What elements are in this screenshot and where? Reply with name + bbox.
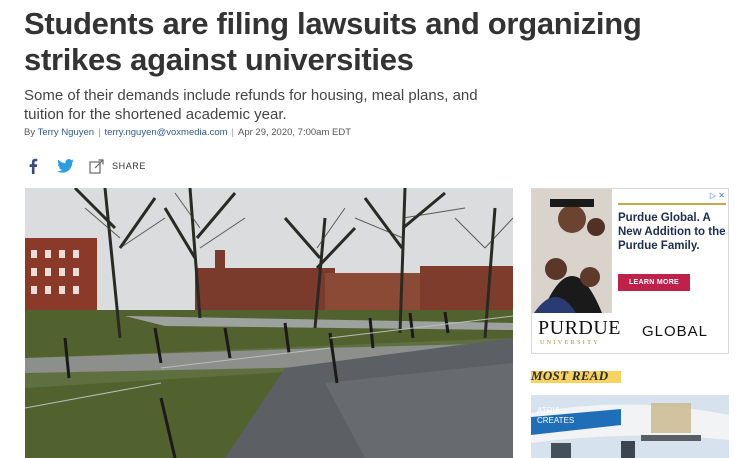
plane-livery-text-2: CREATES [537,416,574,425]
hero-image [25,188,513,458]
most-read-heading: MOST READ [531,368,609,383]
ad-logo-purdue: PURDUE [538,317,622,339]
publish-date: Apr 29, 2020, 7:00am EDT [238,127,352,138]
byline-divider: | [98,127,101,138]
campus-yard-photo [25,188,513,458]
share-bar: SHARE [24,156,146,176]
byline: By Terry Nguyen | terry.nguyen@voxmedia.co… [24,127,351,138]
most-read-thumbnail[interactable]: ATRIA CREATES [531,395,729,458]
ad-accent-rule [618,203,726,205]
advertisement[interactable]: ▷ ✕ Purdue Global. A New Addition to the… [531,188,729,354]
learn-more-button[interactable]: LEARN MORE [618,274,690,291]
article-dek: Some of their demands include refunds fo… [24,87,478,123]
ad-logo-global: GLOBAL [642,323,709,340]
author-email-link[interactable]: terry.nguyen@voxmedia.com [105,127,228,138]
ad-logo-subtitle: UNIVERSITY [540,340,600,346]
facebook-icon[interactable] [24,157,42,175]
ad-family-photo [532,189,612,313]
byline-prefix: By [24,127,38,138]
share-label[interactable]: SHARE [112,161,146,171]
plane-livery-text-1: ATRIA [537,406,561,415]
twitter-icon[interactable] [56,157,74,175]
share-icon[interactable] [88,157,106,175]
airplane-photo: ATRIA CREATES [531,395,729,458]
byline-divider: | [231,127,234,138]
article-headline: Students are filing lawsuits and organiz… [24,6,642,77]
ad-close-icon[interactable]: ▷ ✕ [710,191,725,200]
ad-headline: Purdue Global. A New Addition to the Pur… [618,212,726,252]
author-link[interactable]: Terry Nguyen [38,127,95,138]
